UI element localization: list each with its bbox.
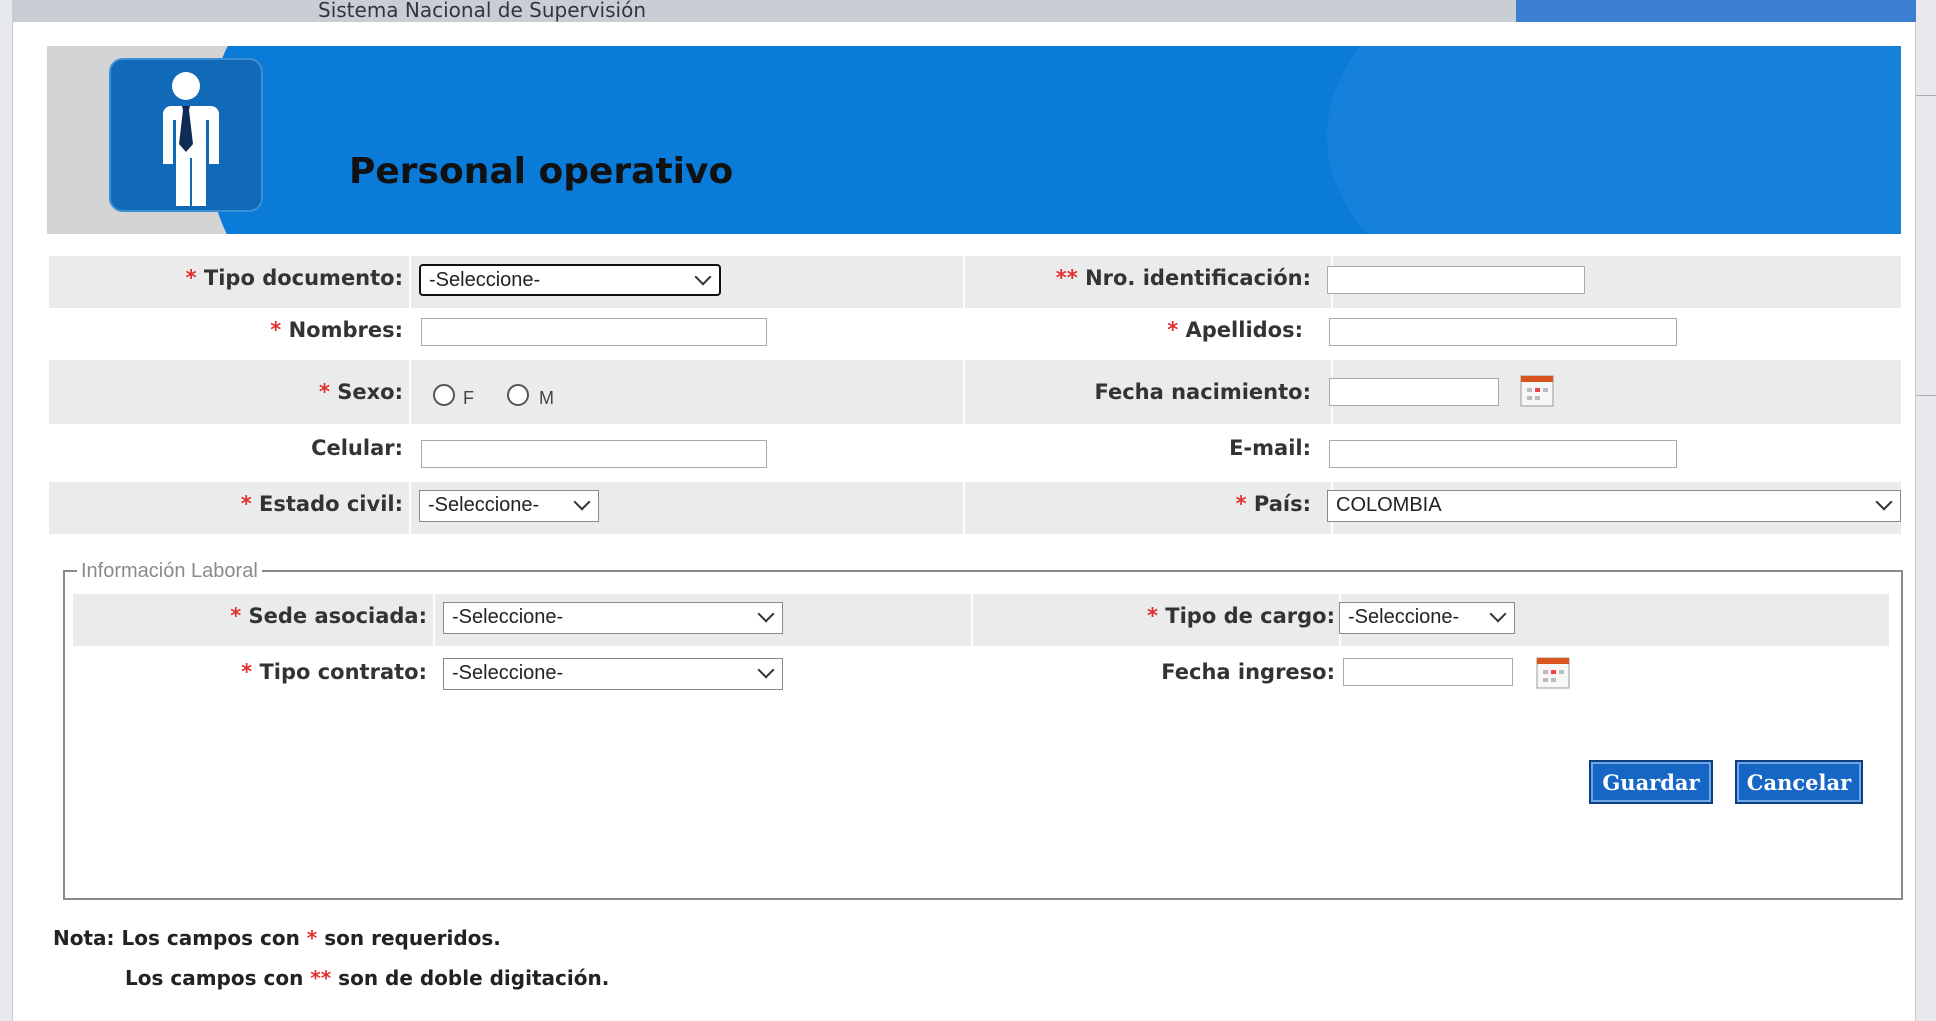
background-app-title: Sistema Nacional de Supervisión [318, 0, 646, 22]
background-left-edge [0, 0, 12, 1021]
fecha-nacimiento-label: Fecha nacimiento: [1094, 380, 1311, 404]
sede-asociada-select[interactable]: -Seleccione- [443, 602, 783, 634]
modal-title: Personal operativo [349, 151, 734, 192]
apellidos-input[interactable] [1329, 318, 1677, 346]
sexo-f-radio[interactable] [433, 384, 455, 406]
fecha-nacimiento-input[interactable] [1329, 378, 1499, 406]
background-header: Sistema Nacional de Supervisión [0, 0, 1936, 22]
nro-identificacion-input[interactable] [1327, 266, 1585, 294]
tipo-contrato-select[interactable]: -Seleccione- [443, 658, 783, 690]
chevron-down-icon [1489, 605, 1507, 623]
note-line-2: Los campos con ** son de doble digitació… [125, 966, 610, 990]
sexo-label: * Sexo: [318, 380, 403, 404]
email-label: E-mail: [1229, 436, 1311, 460]
background-right-edge [1916, 0, 1936, 1021]
calendar-icon[interactable] [1519, 372, 1555, 408]
apellidos-label: * Apellidos: [1167, 318, 1303, 342]
cancelar-button[interactable]: Cancelar [1735, 760, 1863, 804]
sexo-m-label: M [539, 388, 554, 408]
chevron-down-icon [573, 493, 591, 511]
fecha-ingreso-input[interactable] [1343, 658, 1513, 686]
tipo-cargo-label: * Tipo de cargo: [1146, 604, 1335, 628]
pais-label: * País: [1235, 492, 1311, 516]
person-tie-icon [109, 58, 263, 212]
chevron-down-icon [1875, 493, 1893, 511]
tipo-documento-select[interactable]: -Seleccione- [419, 264, 721, 296]
fecha-ingreso-label: Fecha ingreso: [1161, 660, 1335, 684]
tipo-documento-label: * Tipo documento: [185, 266, 403, 290]
calendar-icon[interactable] [1535, 654, 1571, 690]
tipo-cargo-select[interactable]: -Seleccione- [1339, 602, 1515, 634]
informacion-laboral-legend: Información Laboral [77, 560, 262, 583]
chevron-down-icon [757, 605, 775, 623]
chevron-down-icon [757, 661, 775, 679]
background-header-banner [1516, 0, 1936, 22]
guardar-button[interactable]: Guardar [1589, 760, 1713, 804]
modal-banner: Personal operativo [47, 46, 1901, 234]
estado-civil-select[interactable]: -Seleccione- [419, 490, 599, 522]
pais-select[interactable]: COLOMBIA [1327, 490, 1901, 522]
nro-identificacion-label: ** Nro. identificación: [1055, 266, 1311, 290]
personal-operativo-modal: Personal operativo * Tipo documento: -Se… [12, 22, 1916, 1021]
nombres-label: * Nombres: [270, 318, 403, 342]
sexo-m-radio[interactable] [507, 384, 529, 406]
email-input[interactable] [1329, 440, 1677, 468]
sede-asociada-label: * Sede asociada: [230, 604, 427, 628]
note-line-1: Nota: Los campos con * son requeridos. [53, 926, 501, 950]
chevron-down-icon [694, 268, 712, 286]
tipo-contrato-label: * Tipo contrato: [241, 660, 427, 684]
celular-input[interactable] [421, 440, 767, 468]
celular-label: Celular: [311, 436, 403, 460]
sexo-f-label: F [463, 388, 474, 408]
nombres-input[interactable] [421, 318, 767, 346]
estado-civil-label: * Estado civil: [240, 492, 403, 516]
